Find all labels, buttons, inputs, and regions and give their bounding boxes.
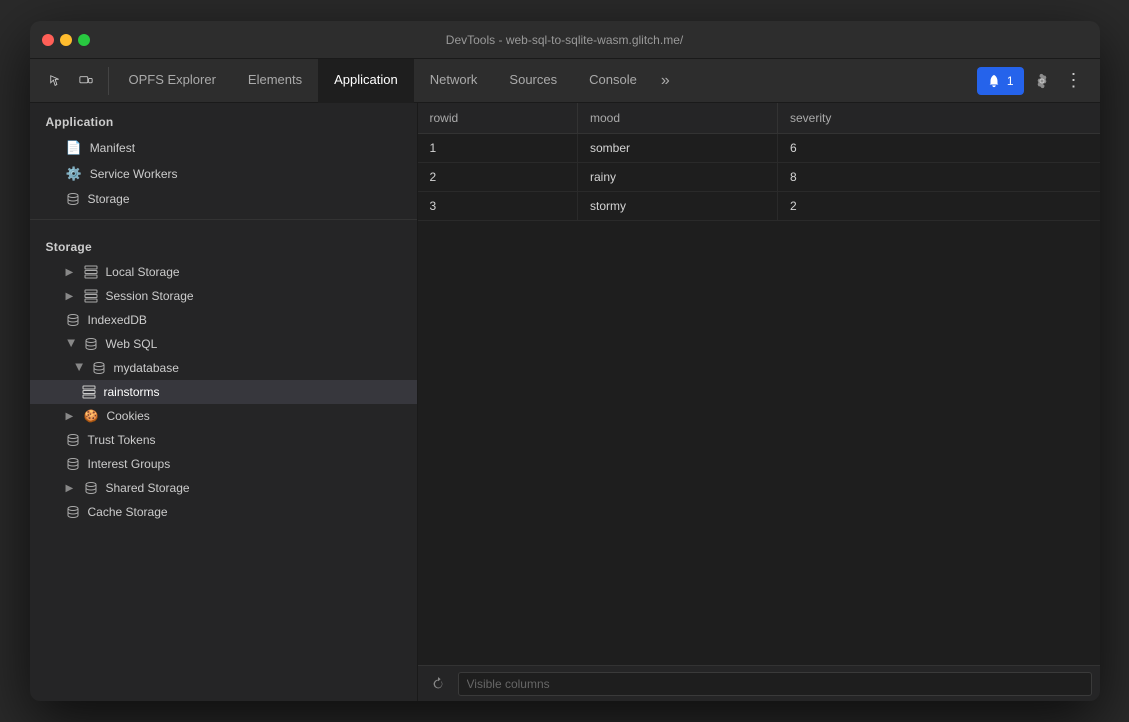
bottom-bar [418,665,1100,701]
sidebar-item-interest-groups[interactable]: Interest Groups [30,452,417,476]
cell-severity: 2 [778,192,1100,221]
more-options-button[interactable]: ⋮ [1060,67,1088,95]
sidebar-item-manifest[interactable]: 📄 Manifest [30,135,417,161]
cell-rowid: 1 [418,134,578,163]
sidebar-item-rainstorms[interactable]: rainstorms [30,380,417,404]
window-title: DevTools - web-sql-to-sqlite-wasm.glitch… [446,33,683,47]
device-toggle-button[interactable] [72,67,100,95]
cell-mood: stormy [578,192,778,221]
sidebar-item-trust-tokens[interactable]: Trust Tokens [30,428,417,452]
traffic-lights [42,34,90,46]
application-section-header: Application [30,103,417,135]
sidebar: Application 📄 Manifest ⚙️ Service Worker… [30,103,418,701]
sidebar-item-web-sql[interactable]: ▶ Web SQL [30,332,417,356]
tab-opfs[interactable]: OPFS Explorer [113,59,232,103]
cookies-arrow: ▶ [66,411,76,422]
results-table: rowid mood severity 1somber62rainy83stor… [418,103,1100,221]
table-row: 3stormy2 [418,192,1100,221]
sidebar-item-storage-app[interactable]: Storage [30,187,417,211]
inspect-element-button[interactable] [42,67,70,95]
web-sql-arrow: ▶ [65,339,76,349]
tab-elements[interactable]: Elements [232,59,318,103]
cell-mood: rainy [578,163,778,192]
refresh-button[interactable] [426,672,450,696]
table-row: 2rainy8 [418,163,1100,192]
column-header-rowid: rowid [418,103,578,134]
shared-storage-arrow: ▶ [66,483,76,494]
toolbar-inspect-icons [34,67,109,95]
sidebar-item-mydatabase[interactable]: ▶ mydatabase [30,356,417,380]
minimize-button[interactable] [60,34,72,46]
table-header-row: rowid mood severity [418,103,1100,134]
sidebar-item-session-storage[interactable]: ▶ Session Storage [30,284,417,308]
toolbar: OPFS Explorer Elements Application Netwo… [30,59,1100,103]
sidebar-item-service-workers[interactable]: ⚙️ Service Workers [30,161,417,187]
mydatabase-arrow: ▶ [73,363,84,373]
sidebar-item-indexeddb[interactable]: IndexedDB [30,308,417,332]
data-table[interactable]: rowid mood severity 1somber62rainy83stor… [418,103,1100,665]
session-storage-arrow: ▶ [66,291,76,302]
cell-severity: 6 [778,134,1100,163]
column-header-mood: mood [578,103,778,134]
devtools-window: DevTools - web-sql-to-sqlite-wasm.glitch… [30,21,1100,701]
table-body: 1somber62rainy83stormy2 [418,134,1100,221]
maximize-button[interactable] [78,34,90,46]
visible-columns-input[interactable] [458,672,1092,696]
tab-application[interactable]: Application [318,59,414,103]
content-area: rowid mood severity 1somber62rainy83stor… [418,103,1100,701]
toolbar-tabs: OPFS Explorer Elements Application Netwo… [113,59,977,103]
local-storage-arrow: ▶ [66,267,76,278]
cell-rowid: 2 [418,163,578,192]
more-tabs-button[interactable]: » [653,59,678,103]
column-header-severity: severity [778,103,1100,134]
sidebar-item-local-storage[interactable]: ▶ Local Storage [30,260,417,284]
toolbar-right-actions: 1 ⋮ [977,67,1096,95]
tab-network[interactable]: Network [414,59,494,103]
sidebar-item-shared-storage[interactable]: ▶ Shared Storage [30,476,417,500]
notifications-button[interactable]: 1 [977,67,1024,95]
cell-severity: 8 [778,163,1100,192]
cell-mood: somber [578,134,778,163]
storage-section-header: Storage [30,228,417,260]
sidebar-item-cookies[interactable]: ▶ 🍪 Cookies [30,404,417,428]
close-button[interactable] [42,34,54,46]
table-row: 1somber6 [418,134,1100,163]
tab-sources[interactable]: Sources [493,59,573,103]
sidebar-item-cache-storage[interactable]: Cache Storage [30,500,417,524]
settings-button[interactable] [1028,67,1056,95]
tab-console[interactable]: Console [573,59,653,103]
cell-rowid: 3 [418,192,578,221]
title-bar: DevTools - web-sql-to-sqlite-wasm.glitch… [30,21,1100,59]
main-content: Application 📄 Manifest ⚙️ Service Worker… [30,103,1100,701]
